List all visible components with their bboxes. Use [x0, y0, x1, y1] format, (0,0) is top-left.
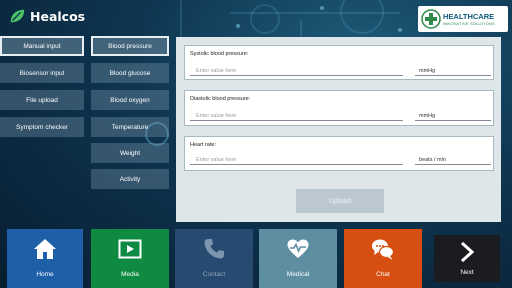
submenu-label: Temperature [111, 123, 149, 131]
heart-rate-field-group: Heart rate: beats / min [184, 136, 494, 171]
healthcare-logo-subtitle: INNOVATIVE SOLUTIONS [443, 20, 495, 26]
menu-label: Symptom checker [15, 123, 69, 131]
chevron-right-icon [460, 241, 475, 263]
diastolic-label: Diastolic blood pressure: [190, 96, 251, 102]
submenu-blood-oxygen[interactable]: Blood oxygen [91, 90, 169, 110]
nav-label-contact: Contact [202, 271, 226, 278]
nav-label-next: Next [460, 269, 474, 276]
app-logo: Healcos [8, 7, 85, 25]
menu-label: File upload [26, 96, 58, 104]
nav-tile-medical[interactable]: Medical [259, 229, 337, 288]
systolic-field-group: Systolic blood pressure: mmHg [184, 45, 494, 80]
menu-biosensor-input[interactable]: Biosensor input [0, 63, 84, 83]
chat-icon [372, 239, 395, 260]
menu-label: Manual input [23, 42, 61, 50]
submenu-label: Activity [119, 175, 141, 183]
diastolic-unit: mmHg [415, 111, 491, 121]
measurement-form-panel: Systolic blood pressure: mmHg Diastolic … [176, 37, 501, 222]
upload-button[interactable]: Upload [296, 189, 384, 213]
systolic-unit: mmHg [415, 66, 491, 76]
submenu-label: Blood glucose [109, 69, 151, 77]
nav-tile-home[interactable]: Home [7, 229, 83, 288]
menu-label: Biosensor input [19, 69, 65, 77]
nav-tile-chat[interactable]: Chat [344, 229, 422, 288]
submenu-label: Blood oxygen [110, 96, 150, 104]
systolic-label: Systolic blood pressure: [190, 51, 249, 57]
nav-label-media: Media [121, 271, 139, 278]
nav-label-medical: Medical [286, 271, 310, 278]
nav-tile-next[interactable]: Next [434, 235, 500, 282]
nav-tile-contact[interactable]: Contact [175, 229, 253, 288]
menu-file-upload[interactable]: File upload [0, 90, 84, 110]
submenu-blood-pressure[interactable]: Blood pressure [91, 36, 169, 56]
healthcare-logo-title: HEALTHCARE [443, 11, 495, 21]
submenu-weight[interactable]: Weight [91, 143, 169, 163]
submenu-activity[interactable]: Activity [91, 169, 169, 189]
submenu-label: Blood pressure [108, 42, 152, 50]
phone-icon [204, 239, 224, 259]
submenu-blood-glucose[interactable]: Blood glucose [91, 63, 169, 83]
heart-rate-unit: beats / min [415, 155, 491, 165]
diastolic-input[interactable] [190, 111, 403, 121]
heart-rate-input[interactable] [190, 155, 403, 165]
nav-tile-media[interactable]: Media [91, 229, 169, 288]
app-name: Healcos [30, 8, 86, 24]
healthcare-logo: HEALTHCARE INNOVATIVE SOLUTIONS [418, 6, 508, 32]
menu-manual-input[interactable]: Manual input [0, 36, 84, 56]
play-icon [118, 239, 142, 259]
healthcare-mark-icon [421, 9, 441, 29]
menu-symptom-checker[interactable]: Symptom checker [0, 117, 84, 137]
submenu-temperature[interactable]: Temperature [91, 117, 169, 137]
systolic-input[interactable] [190, 66, 403, 76]
heart-rate-label: Heart rate: [190, 142, 216, 148]
submenu-label: Weight [119, 149, 141, 157]
leaf-logo-icon [10, 9, 25, 23]
nav-label-home: Home [36, 271, 54, 278]
nav-label-chat: Chat [376, 271, 390, 278]
diastolic-field-group: Diastolic blood pressure: mmHg [184, 90, 494, 126]
heart-pulse-icon [287, 239, 309, 258]
home-icon [34, 239, 56, 259]
